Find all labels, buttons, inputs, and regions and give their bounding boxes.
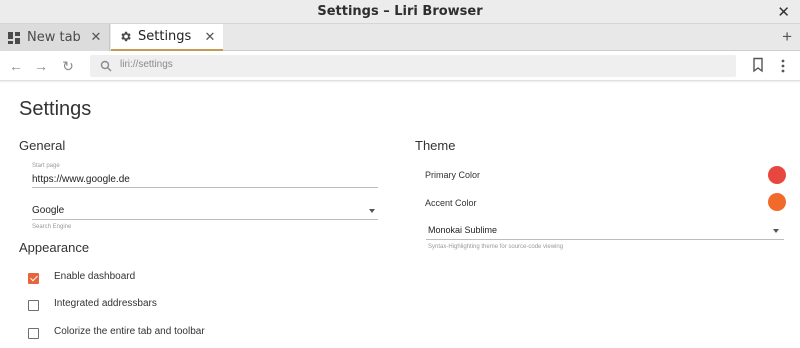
integrated-addressbars-checkbox[interactable] — [28, 299, 39, 311]
search-engine-underline — [32, 219, 378, 220]
browser-toolbar: ← → ↻ liri://settings — [0, 51, 800, 81]
enable-dashboard-checkbox[interactable] — [28, 272, 39, 284]
forward-button[interactable]: → — [32, 57, 50, 75]
tab-settings-label: Settings — [138, 29, 192, 44]
bookmark-icon[interactable] — [752, 57, 764, 73]
tab-new-tab[interactable]: New tab ✕ — [0, 24, 110, 51]
primary-color-label: Primary Color — [425, 170, 481, 180]
window-close-button[interactable]: ✕ — [777, 3, 790, 21]
theme-section-title: Theme — [415, 138, 456, 153]
overflow-menu-icon[interactable] — [779, 57, 787, 75]
gear-icon — [118, 30, 132, 44]
colorize-tab-label: Colorize the entire tab and toolbar — [54, 326, 205, 337]
start-page-caption: Start page — [32, 163, 60, 169]
back-button[interactable]: ← — [7, 57, 25, 75]
colorize-tab-option[interactable]: Colorize the entire tab and toolbar — [28, 326, 205, 340]
tab-settings[interactable]: Settings ✕ — [111, 24, 223, 51]
integrated-addressbars-option[interactable]: Integrated addressbars — [28, 298, 157, 312]
enable-dashboard-label: Enable dashboard — [54, 271, 136, 282]
syntax-theme-select[interactable]: Monokai Sublime — [428, 225, 497, 235]
new-tab-button[interactable]: + — [782, 27, 792, 47]
address-bar[interactable]: liri://settings — [90, 55, 736, 77]
tab-strip: New tab ✕ Settings ✕ + — [0, 24, 800, 51]
accent-color-label: Accent Color — [425, 198, 477, 208]
search-icon — [100, 59, 112, 72]
integrated-addressbars-label: Integrated addressbars — [54, 298, 157, 309]
tab-new-tab-label: New tab — [27, 30, 81, 45]
dashboard-icon — [7, 31, 21, 45]
start-page-underline — [32, 187, 378, 188]
start-page-input[interactable]: https://www.google.de — [32, 174, 130, 185]
syntax-theme-chevron-down-icon[interactable] — [773, 229, 779, 233]
address-bar-url: liri://settings — [120, 59, 173, 70]
primary-color-swatch[interactable] — [768, 166, 786, 184]
general-section-title: General — [19, 138, 66, 153]
syntax-theme-caption: Syntax-Highlighting theme for source-cod… — [428, 244, 564, 250]
accent-color-swatch[interactable] — [768, 193, 786, 211]
appearance-section-title: Appearance — [19, 240, 90, 255]
enable-dashboard-option[interactable]: Enable dashboard — [28, 271, 135, 285]
tab-new-tab-close-icon[interactable]: ✕ — [89, 29, 103, 45]
tab-settings-close-icon[interactable]: ✕ — [203, 29, 217, 45]
window-titlebar: Settings – Liri Browser ✕ — [0, 0, 800, 24]
reload-button[interactable]: ↻ — [59, 57, 77, 75]
search-engine-select[interactable]: Google — [32, 205, 64, 216]
window-title: Settings – Liri Browser — [317, 4, 483, 19]
colorize-tab-checkbox[interactable] — [28, 327, 39, 339]
search-engine-chevron-down-icon[interactable] — [369, 209, 375, 213]
page-title: Settings — [19, 98, 92, 120]
search-engine-caption: Search Engine — [32, 224, 72, 230]
syntax-theme-underline — [426, 239, 784, 240]
